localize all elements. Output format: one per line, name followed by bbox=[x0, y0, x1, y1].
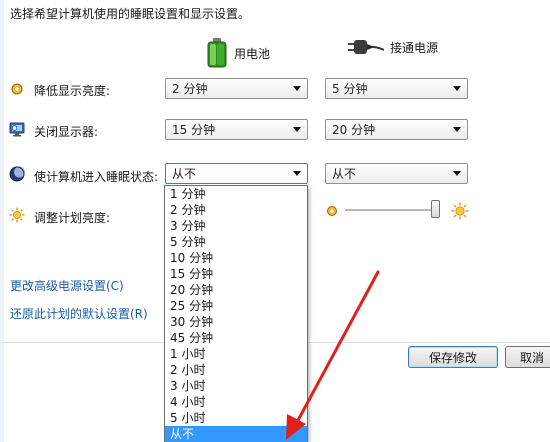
chevron-down-icon bbox=[453, 127, 461, 132]
chevron-down-icon bbox=[293, 171, 301, 176]
chevron-down-icon bbox=[293, 86, 301, 91]
power-plug-icon bbox=[348, 40, 384, 54]
dropdown-option[interactable]: 2 小时 bbox=[165, 362, 307, 378]
dropdown-option[interactable]: 25 分钟 bbox=[165, 298, 307, 314]
chevron-down-icon bbox=[453, 86, 461, 91]
sleep-moon-icon bbox=[9, 166, 25, 182]
dropdown-option[interactable]: 20 分钟 bbox=[165, 282, 307, 298]
sleep-battery-select[interactable]: 从不 bbox=[165, 163, 308, 184]
dropdown-option[interactable]: 3 小时 bbox=[165, 378, 307, 394]
window-edge bbox=[0, 0, 4, 442]
row-label-turn-off-display: 关闭显示器: bbox=[34, 125, 99, 139]
dropdown-option[interactable]: 1 分钟 bbox=[165, 186, 307, 202]
column-header-plugged-in: 接通电源 bbox=[348, 38, 438, 56]
dropdown-option[interactable]: 2 分钟 bbox=[165, 202, 307, 218]
intro-text: 选择希望计算机使用的睡眠设置和显示设置。 bbox=[10, 7, 251, 21]
save-changes-button[interactable]: 保存修改 bbox=[408, 346, 498, 368]
sun-small-icon bbox=[327, 206, 337, 216]
dropdown-option[interactable]: 15 分钟 bbox=[165, 266, 307, 282]
column-header-battery: 用电池 bbox=[206, 38, 270, 68]
sleep-battery-dropdown-list: 1 分钟 2 分钟 3 分钟 5 分钟 10 分钟 15 分钟 20 分钟 25… bbox=[164, 185, 308, 442]
dim-display-battery-select[interactable]: 2 分钟 bbox=[165, 78, 308, 99]
sleep-plugged-in-select[interactable]: 从不 bbox=[325, 163, 468, 184]
cancel-button[interactable]: 取消 bbox=[505, 346, 550, 368]
chevron-down-icon bbox=[453, 171, 461, 176]
row-label-brightness: 调整计划亮度: bbox=[34, 211, 111, 225]
dropdown-option[interactable]: 10 分钟 bbox=[165, 250, 307, 266]
dim-display-icon bbox=[11, 83, 23, 95]
chevron-down-icon bbox=[293, 127, 301, 132]
select-value: 从不 bbox=[172, 167, 197, 181]
select-value: 5 分钟 bbox=[332, 82, 368, 96]
turn-off-display-plugged-in-select[interactable]: 20 分钟 bbox=[325, 119, 468, 140]
dropdown-option[interactable]: 4 小时 bbox=[165, 394, 307, 410]
monitor-icon bbox=[9, 122, 25, 137]
restore-default-settings-link[interactable]: 还原此计划的默认设置(R) bbox=[10, 305, 148, 322]
sun-icon bbox=[9, 207, 25, 223]
dropdown-option[interactable]: 45 分钟 bbox=[165, 330, 307, 346]
brightness-slider-thumb[interactable] bbox=[431, 200, 440, 218]
dim-display-plugged-in-select[interactable]: 5 分钟 bbox=[325, 78, 468, 99]
select-value: 20 分钟 bbox=[332, 123, 376, 137]
select-value: 从不 bbox=[332, 167, 357, 181]
brightness-slider-track[interactable] bbox=[345, 209, 437, 212]
select-value: 15 分钟 bbox=[172, 123, 216, 137]
dropdown-option[interactable]: 5 分钟 bbox=[165, 234, 307, 250]
dropdown-option-selected[interactable]: 从不 bbox=[165, 426, 307, 442]
dropdown-option[interactable]: 30 分钟 bbox=[165, 314, 307, 330]
column-label-plugged-in: 接通电源 bbox=[390, 40, 439, 55]
battery-icon bbox=[207, 38, 227, 68]
row-label-sleep: 使计算机进入睡眠状态: bbox=[34, 170, 159, 184]
dropdown-option[interactable]: 1 小时 bbox=[165, 346, 307, 362]
dropdown-option[interactable]: 3 分钟 bbox=[165, 218, 307, 234]
row-label-dim-display: 降低显示亮度: bbox=[34, 84, 111, 98]
dropdown-option[interactable]: 5 小时 bbox=[165, 410, 307, 426]
column-label-battery: 用电池 bbox=[234, 46, 271, 61]
select-value: 2 分钟 bbox=[172, 82, 208, 96]
turn-off-display-battery-select[interactable]: 15 分钟 bbox=[165, 119, 308, 140]
change-advanced-power-settings-link[interactable]: 更改高级电源设置(C) bbox=[10, 277, 124, 294]
sun-large-icon bbox=[451, 202, 469, 220]
